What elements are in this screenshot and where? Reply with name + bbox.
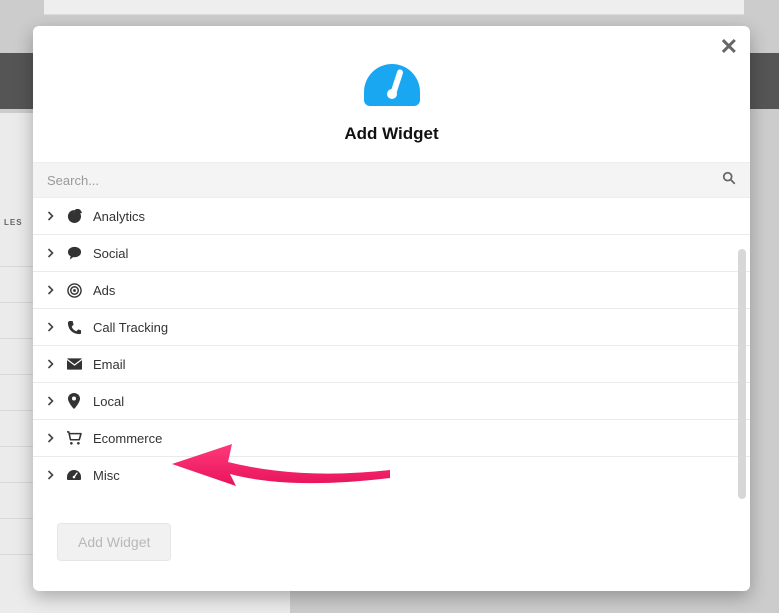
add-widget-button[interactable]: Add Widget xyxy=(57,523,171,561)
chevron-right-icon xyxy=(47,467,55,483)
category-row-email[interactable]: Email xyxy=(33,346,750,383)
dashboard-gauge-icon xyxy=(65,469,83,481)
shopping-cart-icon xyxy=(65,431,83,445)
scrollbar-thumb[interactable] xyxy=(738,249,746,499)
chevron-right-icon xyxy=(47,208,55,224)
modal-header: Add Widget xyxy=(33,26,750,162)
category-row-ecommerce[interactable]: Ecommerce xyxy=(33,420,750,457)
chevron-right-icon xyxy=(47,282,55,298)
gauge-icon xyxy=(360,60,424,110)
pie-chart-icon xyxy=(65,209,83,224)
chevron-right-icon xyxy=(47,393,55,409)
search-bar xyxy=(33,162,750,198)
modal-footer: Add Widget xyxy=(33,493,750,591)
envelope-icon xyxy=(65,358,83,370)
category-label: Analytics xyxy=(93,209,145,224)
category-row-ads[interactable]: Ads xyxy=(33,272,750,309)
phone-icon xyxy=(65,320,83,335)
map-pin-icon xyxy=(65,393,83,409)
category-label: Ecommerce xyxy=(93,431,162,446)
add-widget-modal: ✕ Add Widget xyxy=(33,26,750,591)
category-row-social[interactable]: Social xyxy=(33,235,750,272)
category-row-analytics[interactable]: Analytics xyxy=(33,198,750,235)
close-icon[interactable]: ✕ xyxy=(720,36,738,58)
chevron-right-icon xyxy=(47,319,55,335)
category-row-local[interactable]: Local xyxy=(33,383,750,420)
category-label: Ads xyxy=(93,283,115,298)
category-label: Local xyxy=(93,394,124,409)
comment-icon xyxy=(65,246,83,260)
search-input[interactable] xyxy=(47,173,722,188)
category-label: Email xyxy=(93,357,126,372)
modal-overlay: ✕ Add Widget xyxy=(0,0,779,611)
chevron-right-icon xyxy=(47,356,55,372)
chevron-right-icon xyxy=(47,245,55,261)
category-label: Social xyxy=(93,246,128,261)
category-label: Misc xyxy=(93,468,120,483)
category-row-call-tracking[interactable]: Call Tracking xyxy=(33,309,750,346)
modal-title: Add Widget xyxy=(53,124,730,144)
category-row-misc[interactable]: Misc xyxy=(33,457,750,493)
chevron-right-icon xyxy=(47,430,55,446)
search-icon[interactable] xyxy=(722,171,736,190)
category-list: Analytics Social Ads xyxy=(33,198,750,493)
bullseye-icon xyxy=(65,283,83,298)
category-label: Call Tracking xyxy=(93,320,168,335)
